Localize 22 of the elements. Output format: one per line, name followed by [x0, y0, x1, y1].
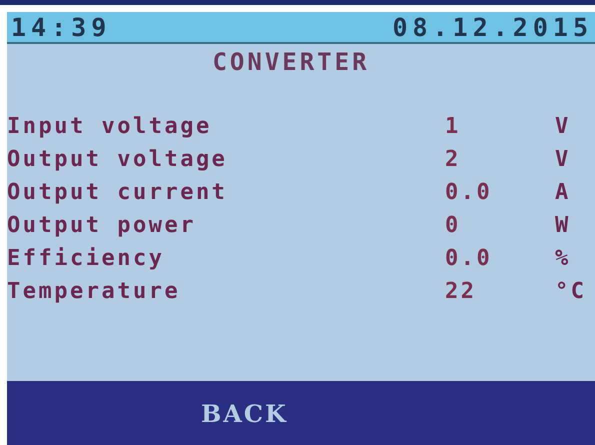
- date-text: 08.12.2015: [392, 12, 593, 42]
- parameter-unit: V: [555, 114, 571, 139]
- back-button[interactable]: BACK: [197, 394, 292, 432]
- screen-title: CONVERTER: [211, 48, 371, 76]
- parameter-unit: W: [555, 213, 571, 238]
- parameter-value: 0.0: [445, 180, 494, 205]
- parameter-unit: A: [555, 180, 571, 205]
- parameter-value: 22: [445, 279, 478, 304]
- parameter-label: Output current: [7, 180, 228, 205]
- parameter-unit: V: [555, 147, 571, 172]
- parameter-label: Output voltage: [7, 147, 228, 172]
- parameter-label: Efficiency: [7, 246, 166, 271]
- parameter-value: 0: [445, 213, 462, 238]
- parameter-label: Temperature: [7, 279, 182, 304]
- parameter-unit: %: [555, 246, 571, 271]
- parameter-value: 0.0: [445, 246, 494, 271]
- parameter-label: Output power: [7, 213, 197, 238]
- parameter-value: 2: [445, 147, 462, 172]
- parameter-value: 1: [445, 114, 462, 139]
- parameter-label: Input voltage: [7, 114, 213, 139]
- parameter-unit: °C: [555, 279, 586, 304]
- clock-time: 14:39: [11, 12, 112, 42]
